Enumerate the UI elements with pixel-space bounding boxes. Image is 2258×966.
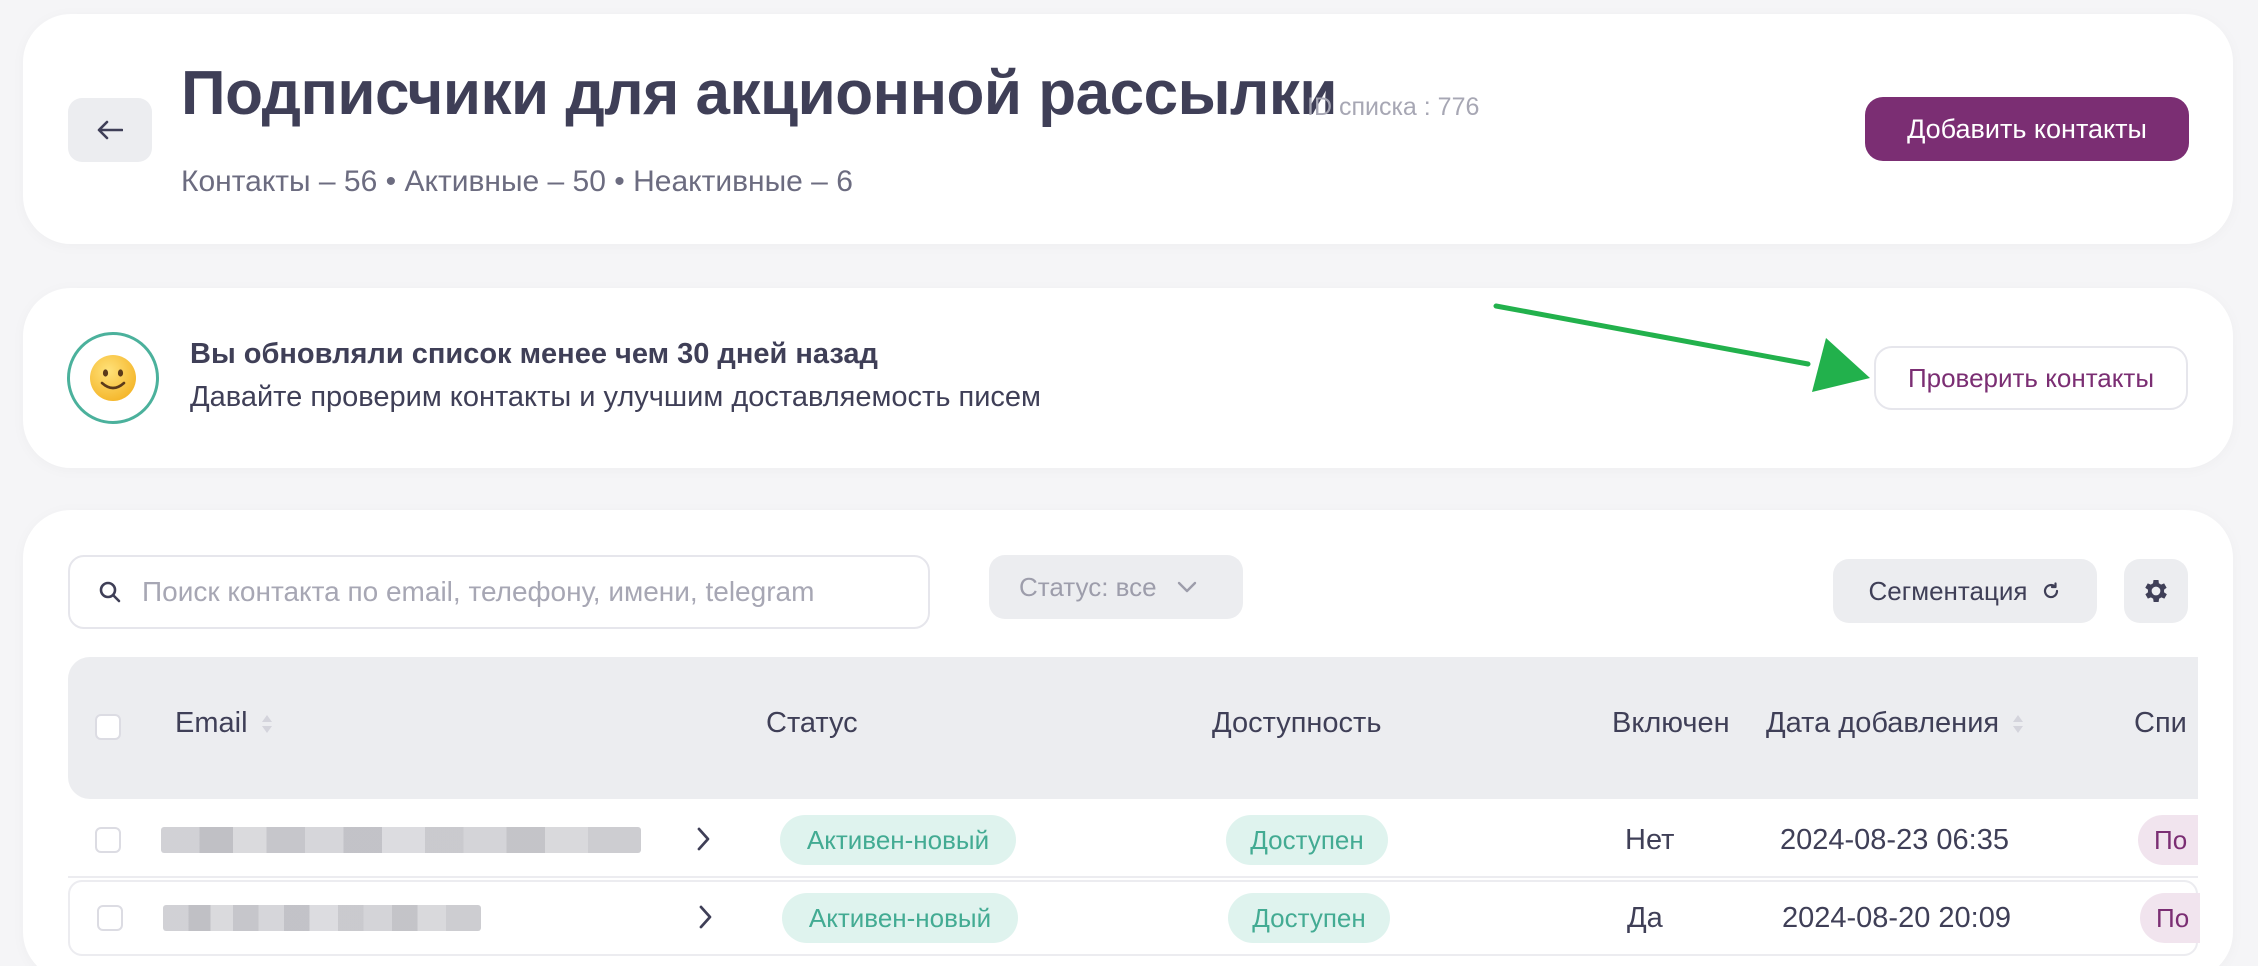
email-redacted [161, 827, 641, 853]
sort-icon [2013, 714, 2024, 733]
chevron-right-icon[interactable] [698, 904, 714, 930]
search-input[interactable] [142, 576, 902, 608]
notice-text: Давайте проверим контакты и улучшим дост… [190, 381, 1041, 413]
list-id-label: ID списка : 776 [1307, 93, 1480, 121]
column-lists: Спи [2134, 707, 2187, 739]
notice-icon-wrap [67, 332, 159, 424]
list-badge: По [2140, 893, 2200, 943]
status-filter-dropdown[interactable]: Статус: все [989, 555, 1243, 619]
contact-counters: Контакты – 56 • Активные – 50 • Неактивн… [181, 165, 853, 198]
status-filter-label: Статус: все [1019, 571, 1157, 602]
enabled-value: Нет [1625, 824, 1675, 856]
page-title: Подписчики для акционной рассылки [181, 59, 1338, 128]
enabled-value: Да [1627, 902, 1663, 934]
row-checkbox[interactable] [97, 905, 123, 931]
column-availability: Доступность [1212, 707, 1382, 739]
status-badge: Активен-новый [782, 893, 1018, 943]
table-settings-button[interactable] [2124, 559, 2188, 623]
column-date-added[interactable]: Дата добавления [1766, 707, 2025, 740]
list-header-card: Подписчики для акционной рассылки ID спи… [23, 14, 2233, 244]
check-contacts-button[interactable]: Проверить контакты [1874, 346, 2188, 410]
column-status: Статус [766, 707, 858, 739]
availability-badge: Доступен [1228, 893, 1390, 943]
column-enabled: Включен [1612, 707, 1730, 739]
search-box[interactable] [68, 555, 930, 629]
column-email[interactable]: Email [175, 707, 274, 740]
search-icon [99, 581, 121, 603]
email-redacted [163, 905, 481, 931]
date-added-value: 2024-08-23 06:35 [1780, 824, 2009, 856]
back-button[interactable] [68, 98, 152, 162]
contacts-table-card: Статус: все Сегментация Email Статус Дос… [23, 510, 2233, 966]
segmentation-label: Сегментация [1868, 575, 2028, 606]
select-all-checkbox[interactable] [95, 714, 121, 740]
chevron-down-icon [1177, 581, 1196, 593]
update-notice-card: Вы обновляли список менее чем 30 дней на… [23, 288, 2233, 468]
notice-title: Вы обновляли список менее чем 30 дней на… [190, 338, 878, 370]
availability-badge: Доступен [1226, 815, 1388, 865]
table-header: Email Статус Доступность Включен Дата до… [68, 657, 2198, 799]
date-added-value: 2024-08-20 20:09 [1782, 902, 2011, 934]
gear-icon [2145, 580, 2167, 602]
arrow-left-icon [97, 120, 123, 140]
status-badge: Активен-новый [780, 815, 1016, 865]
refresh-icon [2044, 582, 2059, 599]
add-contacts-button[interactable]: Добавить контакты [1865, 97, 2189, 161]
annotation-arrow-icon [1493, 303, 1870, 392]
table-row[interactable]: Активен-новый Доступен Нет 2024-08-23 06… [68, 802, 2198, 878]
table-row[interactable]: Активен-новый Доступен Да 2024-08-20 20:… [68, 880, 2200, 956]
list-badge: По [2138, 815, 2198, 865]
row-checkbox[interactable] [95, 827, 121, 853]
smiling-face-icon [90, 355, 136, 401]
sort-icon [261, 714, 272, 733]
chevron-right-icon[interactable] [696, 826, 712, 852]
segmentation-button[interactable]: Сегментация [1833, 559, 2097, 623]
